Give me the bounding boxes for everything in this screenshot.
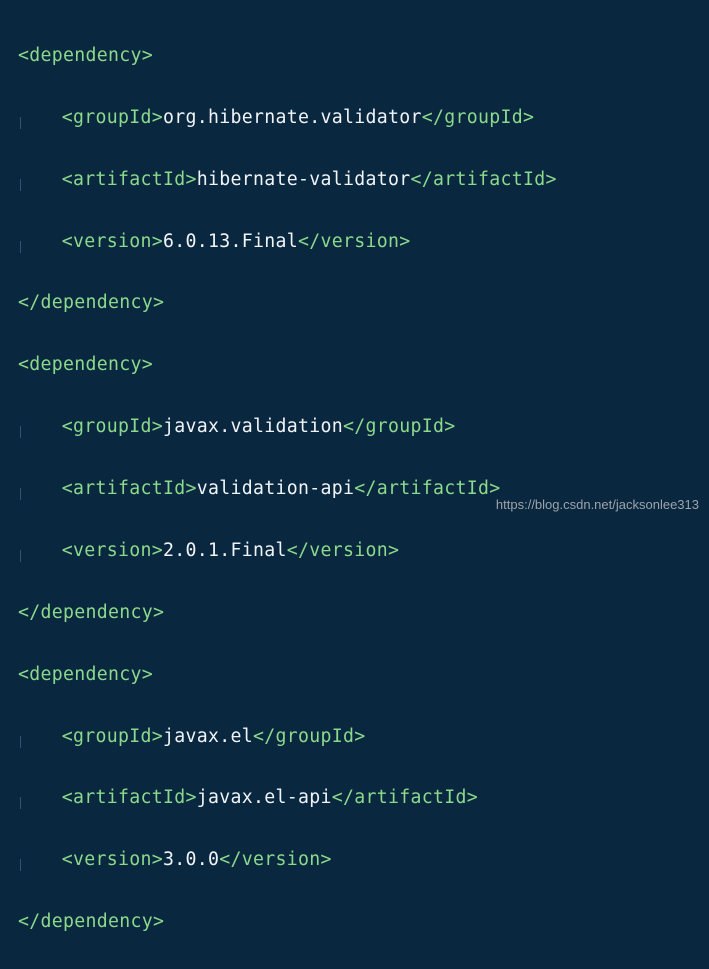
groupid-line: <groupId>javax.el</groupId> <box>18 722 709 753</box>
version-line: <version>2.0.1.Final</version> <box>18 536 709 567</box>
version-value: 3.0.0 <box>163 849 219 870</box>
groupid-value: org.hibernate.validator <box>163 107 422 128</box>
artifactid-value: javax.el-api <box>197 787 332 808</box>
groupid-line: <groupId>org.hibernate.validator</groupI… <box>18 103 709 134</box>
dep-close: </dependency> <box>18 288 709 319</box>
version-value: 6.0.13.Final <box>163 231 298 252</box>
xml-code-block: <dependency> <groupId>org.hibernate.vali… <box>18 10 709 969</box>
version-line: <version>6.0.13.Final</version> <box>18 227 709 258</box>
dep-close: </dependency> <box>18 598 709 629</box>
dep-open: <dependency> <box>18 350 709 381</box>
artifactid-value: hibernate-validator <box>197 169 411 190</box>
groupid-value: javax.el <box>163 726 253 747</box>
artifactid-value: validation-api <box>197 478 355 499</box>
watermark-text: https://blog.csdn.net/jacksonlee313 <box>496 494 699 516</box>
dep-close: </dependency> <box>18 907 709 938</box>
groupid-value: javax.validation <box>163 416 343 437</box>
groupid-line: <groupId>javax.validation</groupId> <box>18 412 709 443</box>
artifactid-line: <artifactId>javax.el-api</artifactId> <box>18 783 709 814</box>
version-value: 2.0.1.Final <box>163 540 287 561</box>
version-line: <version>3.0.0</version> <box>18 845 709 876</box>
artifactid-line: <artifactId>hibernate-validator</artifac… <box>18 165 709 196</box>
dep-open: <dependency> <box>18 41 709 72</box>
dep-open: <dependency> <box>18 660 709 691</box>
